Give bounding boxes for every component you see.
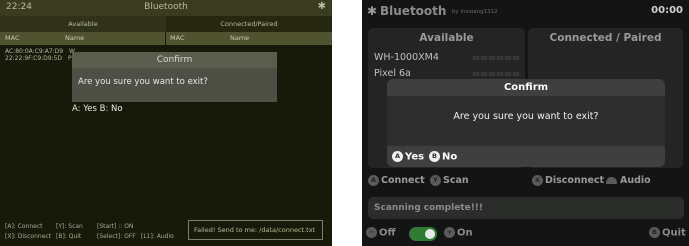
column-name: Name <box>65 34 85 42</box>
scan-control[interactable]: Y Scan <box>430 175 469 189</box>
help-start-on: [Start] :: ON <box>97 223 134 230</box>
author-byline: by insaiang1312 <box>452 9 498 15</box>
old-theme-screen: 22:24 Bluetooth ✱ Available Connected/Pa… <box>0 0 332 246</box>
on-control[interactable]: + On <box>444 227 473 239</box>
b-button-icon: B <box>429 151 440 162</box>
bluetooth-icon: ✱ <box>317 1 326 12</box>
status-message: Scanning complete!!! <box>368 197 684 219</box>
help-disconnect: [X]: Disconnect <box>5 233 52 240</box>
available-table-header: MAC Name <box>0 32 165 45</box>
dialog-options[interactable]: A: Yes B: No <box>72 104 123 114</box>
help-quit: [B]: Quit <box>56 233 82 240</box>
off-control[interactable]: − Off <box>366 227 396 239</box>
no-button[interactable]: B No <box>429 151 457 163</box>
no-label: No <box>442 151 458 163</box>
top-bar: 22:24 Bluetooth ✱ <box>0 0 332 16</box>
connected-heading: Connected / Paired <box>549 32 662 44</box>
clock: 00:00 <box>651 5 683 16</box>
tab-available[interactable]: Available <box>0 16 166 32</box>
disconnect-label: Disconnect <box>545 175 605 186</box>
confirm-dialog: Confirm Are you sure you want to exit? A… <box>387 79 665 167</box>
device-name: WH-1000XM4 <box>374 52 439 63</box>
x-button-icon: X <box>532 175 543 186</box>
audio-control[interactable]: Audio <box>605 175 651 189</box>
disconnect-control[interactable]: X Disconnect <box>532 175 604 189</box>
shoulder-button-icon <box>606 177 617 184</box>
column-mac: MAC <box>5 34 20 42</box>
column-name: Name <box>230 34 250 42</box>
table-row[interactable]: 22:22:9F:C9:D9:5D Pi <box>5 55 73 62</box>
table-row[interactable]: AC:80:0A:C9:A7:D9 W <box>5 48 75 55</box>
on-label: On <box>457 227 473 239</box>
app-title: Bluetooth <box>144 2 188 12</box>
y-button-icon: Y <box>430 175 441 186</box>
device-name: Pixel 6a <box>374 68 411 79</box>
scan-label: Scan <box>443 175 469 186</box>
help-audio: [L1]: Audio <box>141 233 174 240</box>
device-mac: 22:22:9F:C9:D9:5D <box>5 55 63 62</box>
b-button-icon: B <box>649 227 660 238</box>
device-mac: 00:00:00:00:00:00 <box>472 72 519 78</box>
plus-button-icon: + <box>444 227 455 238</box>
off-label: Off <box>379 227 396 239</box>
a-button-icon: A <box>392 151 403 162</box>
dialog-message: Are you sure you want to exit? <box>387 96 665 146</box>
yes-label: Yes <box>405 151 425 163</box>
new-theme-screen: ✱ Bluetooth by insaiang1312 00:00 Availa… <box>362 0 689 246</box>
dialog-title: Confirm <box>72 52 277 68</box>
dialog-message: Are you sure you want to exit? <box>72 68 277 102</box>
quit-label: Quit <box>662 227 686 239</box>
help-scan: [Y]: Scan <box>56 223 83 230</box>
device-mac: 00:00:00:00:00:00 <box>472 56 519 62</box>
device-mac: AC:80:0A:C9:A7:D9 <box>5 48 64 55</box>
yes-button[interactable]: A Yes <box>392 151 424 163</box>
connected-table-header: MAC Name <box>166 32 332 45</box>
help-connect: [A]: Connect <box>5 223 43 230</box>
a-button-icon: A <box>368 175 379 186</box>
connect-label: Connect <box>381 175 425 186</box>
status-message: Failed! Send to me: /data/connect.txt <box>188 220 323 240</box>
bluetooth-toggle[interactable] <box>409 227 437 241</box>
quit-control[interactable]: B Quit <box>649 227 686 239</box>
toggle-knob <box>425 229 435 239</box>
bluetooth-icon: ✱ <box>367 4 378 18</box>
connect-control[interactable]: A Connect <box>368 175 425 189</box>
column-mac: MAC <box>170 34 185 42</box>
app-title: Bluetooth <box>380 4 447 18</box>
tab-connected-paired[interactable]: Connected/Paired <box>166 16 332 32</box>
help-select-off: [Select]: OFF <box>97 233 136 240</box>
audio-label: Audio <box>620 175 651 186</box>
minus-button-icon: − <box>366 227 377 238</box>
available-heading: Available <box>419 32 474 44</box>
dialog-title: Confirm <box>503 82 549 93</box>
